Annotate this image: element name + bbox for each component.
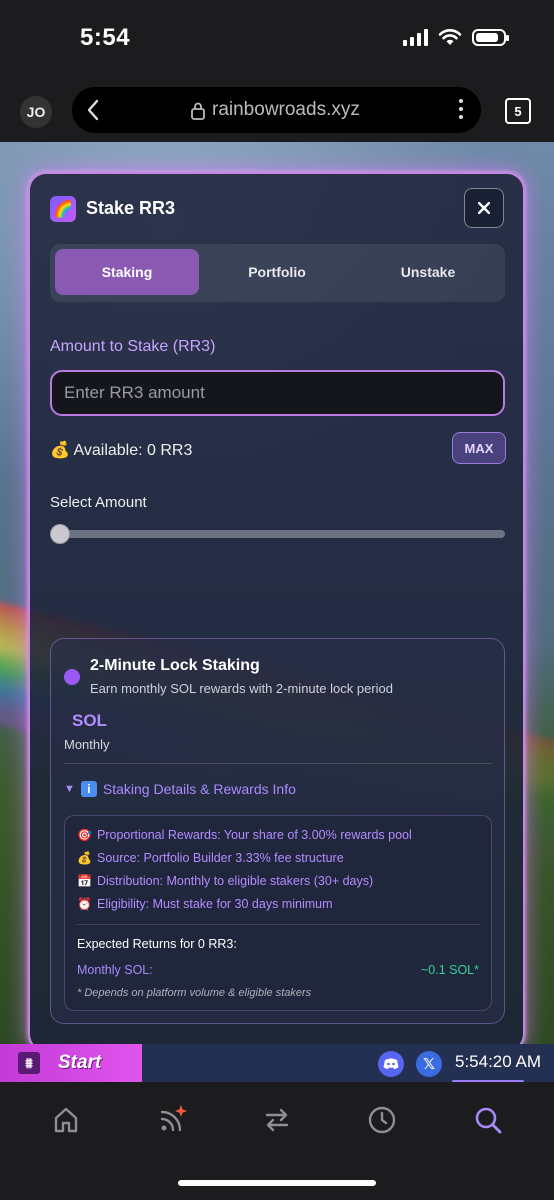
close-button[interactable] [464,188,504,228]
url-text: rainbowroads.xyz [212,99,360,120]
profile-avatar[interactable]: JO [20,96,52,128]
plan-radio-selected[interactable] [64,669,80,685]
detail-line: ⏰ Eligibility: Must stake for 30 days mi… [77,897,333,911]
available-text: Available: 0 RR3 [73,442,193,459]
tab-unstake[interactable]: Unstake [356,249,500,295]
returns-footnote: * Depends on platform volume & eligible … [77,987,312,999]
battery-icon [472,28,509,46]
home-indicator[interactable] [178,1180,376,1186]
detail-line: 🎯 Proportional Rewards: Your share of 3.… [77,828,412,842]
plan-subtitle: Earn monthly SOL rewards with 2-minute l… [90,681,393,696]
card-divider [64,763,492,764]
detail-text: Distribution: Monthly to eligible staker… [97,874,374,888]
x-twitter-icon[interactable]: 𝕏 [416,1051,442,1077]
money-bag-icon: 💰 [50,442,70,459]
amount-slider-track[interactable] [50,530,505,538]
taskbar-clock: 5:54:20 AM [455,1052,542,1071]
history-icon[interactable] [362,1100,402,1140]
close-icon [478,202,490,214]
details-toggle-label: Staking Details & Rewards Info [102,781,296,797]
status-icons [403,28,509,46]
monthly-sol-value: ~0.1 SOL* [420,963,479,977]
start-button[interactable]: ⩩ Start [0,1044,142,1082]
status-bar: 5:54 [0,0,554,80]
details-divider [77,924,481,925]
tab-portfolio[interactable]: Portfolio [205,249,349,295]
detail-text: Source: Portfolio Builder 3.33% fee stru… [97,851,344,865]
tab-switcher-button[interactable]: 5 [505,98,531,124]
money-bag-icon: 💰 [77,851,92,865]
detail-text: Proportional Rewards: Your share of 3.00… [97,828,412,842]
detail-line: 📅 Distribution: Monthly to eligible stak… [77,874,373,888]
reward-frequency: Monthly [64,737,110,752]
app-logo-icon: ⩩ [18,1052,40,1074]
plan-title: 2-Minute Lock Staking [90,657,260,674]
lock-icon [191,102,205,120]
details-toggle[interactable]: ▼ i Staking Details & Rewards Info [64,781,296,797]
discord-icon[interactable] [378,1051,404,1077]
swap-icon[interactable] [257,1100,297,1140]
status-time: 5:54 [80,24,131,51]
wifi-icon [438,29,462,45]
info-icon: i [80,781,97,797]
start-label: Start [58,1052,102,1073]
staking-plan-card[interactable]: 2-Minute Lock Staking Earn monthly SOL r… [50,638,505,1024]
monthly-sol-label: Monthly SOL: [77,963,153,977]
expanded-triangle-icon: ▼ [64,783,75,795]
cellular-signal-icon [403,28,428,46]
search-icon[interactable] [468,1100,508,1140]
home-icon[interactable] [46,1100,86,1140]
rainbow-icon: 🌈 [50,196,76,222]
stake-modal: 🌈 Stake RR3 Staking Portfolio Unstake Am… [28,172,525,1044]
address-bar[interactable]: rainbowroads.xyz [72,87,481,133]
browser-toolbar: JO rainbowroads.xyz 5 [0,80,554,142]
detail-text: Eligibility: Must stake for 30 days mini… [97,897,333,911]
amount-input[interactable] [50,370,505,416]
select-amount-label: Select Amount [50,494,147,511]
amount-slider-thumb[interactable] [50,524,70,544]
max-button[interactable]: MAX [452,432,506,464]
available-balance: 💰 Available: 0 RR3 [50,440,192,460]
calendar-icon: 📅 [77,874,92,888]
alarm-clock-icon: ⏰ [77,897,92,911]
amount-label: Amount to Stake (RR3) [50,338,216,355]
web-content: 🌈 Stake RR3 Staking Portfolio Unstake Am… [0,142,554,1044]
target-icon: 🎯 [77,828,92,842]
details-panel: 🎯 Proportional Rewards: Your share of 3.… [64,815,492,1011]
returns-title: Expected Returns for 0 RR3: [77,937,237,951]
taskbar: ⩩ Start 𝕏 5:54:20 AM [0,1044,554,1082]
modal-title: Stake RR3 [86,198,176,218]
feed-icon[interactable] [152,1100,192,1140]
back-chevron-icon[interactable] [86,99,100,124]
more-options-icon[interactable] [459,99,463,119]
detail-line: 💰 Source: Portfolio Builder 3.33% fee st… [77,851,344,865]
stake-tabs: Staking Portfolio Unstake [50,244,505,302]
reward-token: SOL [72,711,107,730]
tab-staking[interactable]: Staking [55,249,199,295]
